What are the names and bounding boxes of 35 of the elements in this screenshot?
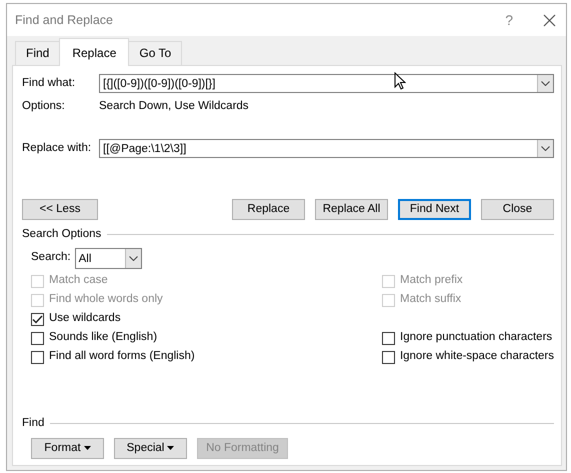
window-title: Find and Replace xyxy=(15,12,114,29)
section-title: Search Options xyxy=(22,227,102,242)
checkmark-icon xyxy=(32,314,43,324)
checkbox-option[interactable]: Use wildcards xyxy=(31,310,382,328)
tab[interactable]: Go To xyxy=(128,41,182,65)
caret-icon xyxy=(167,446,174,450)
format-button[interactable]: Special xyxy=(114,438,187,459)
less-button[interactable]: << Less xyxy=(22,199,98,220)
field-label: Find what: xyxy=(22,76,76,91)
find-what-combobox[interactable]: [{]([0-9])([0-9])([0-9])[}] xyxy=(99,74,554,93)
chevron-down-icon xyxy=(541,146,550,152)
dialog-button[interactable]: Find Next xyxy=(398,199,471,220)
chevron-down-icon xyxy=(128,256,138,260)
search-label: Search: xyxy=(31,250,71,266)
caret-icon xyxy=(84,446,91,450)
search-dropdown[interactable]: All xyxy=(74,248,142,268)
options-label: Options: xyxy=(22,99,66,114)
field-label: Replace with: xyxy=(22,141,92,156)
checkbox-option[interactable]: Ignore punctuation characters xyxy=(382,328,552,348)
tab[interactable]: Find xyxy=(15,41,60,65)
help-button[interactable]: ? xyxy=(505,10,513,30)
checkbox-option[interactable]: Sounds like (English) xyxy=(31,328,382,348)
format-button[interactable]: Format xyxy=(31,438,104,459)
tab[interactable]: Replace xyxy=(59,38,130,66)
section-title: Find xyxy=(22,416,44,430)
dialog-button[interactable]: Replace xyxy=(232,199,305,220)
checkbox-option[interactable]: Find all word forms (English) xyxy=(31,348,382,366)
replace-with-combobox[interactable]: [[@Page:\1\2\3]] xyxy=(99,139,554,158)
chevron-down-icon xyxy=(541,81,550,86)
dialog-button[interactable]: Close xyxy=(481,199,554,220)
checkbox-option[interactable]: Ignore white-space characters xyxy=(382,348,554,366)
mouse-cursor-icon xyxy=(394,72,406,90)
options-value: Search Down, Use Wildcards xyxy=(99,99,249,114)
dialog-button[interactable]: Replace All xyxy=(315,199,388,220)
close-icon[interactable] xyxy=(543,14,556,26)
